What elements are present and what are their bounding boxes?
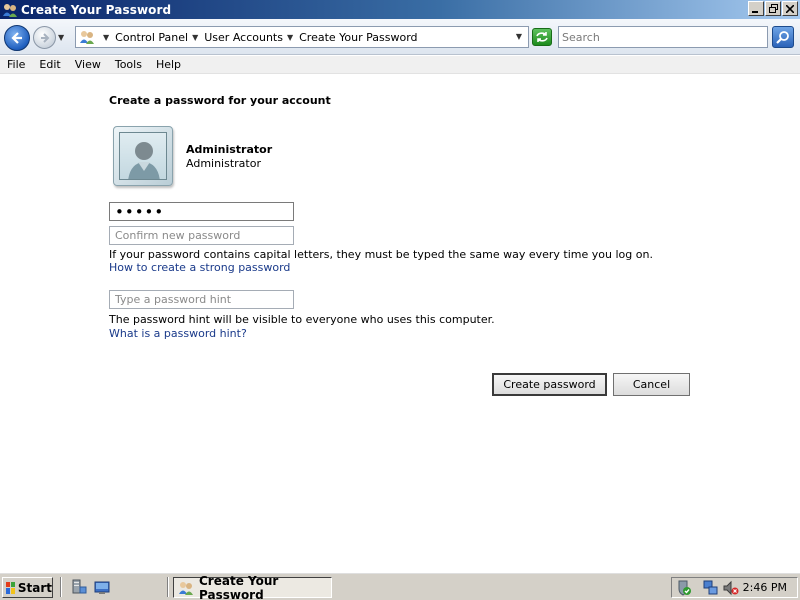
magnifier-icon — [776, 31, 789, 44]
security-shield-icon[interactable] — [676, 580, 692, 599]
breadcrumb-separator-icon[interactable]: ▼ — [287, 33, 293, 42]
refresh-icon — [536, 32, 548, 42]
breadcrumb-user-accounts[interactable]: User Accounts ▼ — [204, 31, 299, 44]
taskbar-separator — [60, 577, 62, 597]
taskbar: Start Create Your Password 2:46 PM — [0, 572, 800, 600]
password-hint-field[interactable] — [109, 290, 294, 309]
main-content: Create a password for your account Admin… — [0, 75, 800, 572]
clock[interactable]: 2:46 PM — [743, 581, 787, 594]
title-bar: Create Your Password — [0, 0, 800, 19]
breadcrumb-separator-icon[interactable]: ▼ — [192, 33, 198, 42]
back-button[interactable] — [4, 25, 30, 51]
menu-bar: File Edit View Tools Help — [0, 56, 800, 74]
windows-logo-icon — [6, 581, 15, 594]
search-box[interactable] — [558, 26, 768, 48]
back-arrow-icon — [11, 32, 22, 44]
navigation-bar: ▼ ▼ Control Panel ▼ User Accounts ▼ Crea… — [0, 19, 800, 55]
start-button[interactable]: Start — [2, 577, 53, 598]
menu-view[interactable]: View — [68, 58, 108, 71]
confirm-password-field[interactable] — [109, 226, 294, 245]
breadcrumb-control-panel[interactable]: Control Panel ▼ — [115, 31, 204, 44]
minimize-button[interactable] — [748, 1, 764, 16]
search-input[interactable] — [559, 27, 767, 47]
address-bar[interactable]: ▼ Control Panel ▼ User Accounts ▼ Create… — [75, 26, 529, 48]
close-button[interactable] — [782, 1, 798, 16]
password-hint-input[interactable] — [110, 291, 293, 308]
menu-file[interactable]: File — [0, 58, 32, 71]
refresh-button[interactable] — [532, 28, 552, 46]
system-tray: 2:46 PM — [671, 577, 798, 598]
menu-tools[interactable]: Tools — [108, 58, 149, 71]
server-manager-icon[interactable] — [71, 579, 87, 595]
user-avatar-icon — [119, 132, 167, 180]
create-password-button[interactable]: Create password — [492, 373, 607, 396]
volume-muted-icon[interactable] — [723, 580, 739, 599]
start-label: Start — [17, 580, 52, 595]
page-heading: Create a password for your account — [109, 94, 331, 107]
user-name: Administrator — [186, 143, 273, 156]
menu-help[interactable]: Help — [149, 58, 188, 71]
taskbar-button-label: Create Your Password — [199, 573, 279, 600]
user-accounts-icon — [178, 580, 194, 596]
forward-button[interactable] — [33, 26, 56, 49]
capital-letters-note: If your password contains capital letter… — [109, 248, 653, 261]
confirm-password-input[interactable] — [110, 227, 293, 244]
password-hint-help-link[interactable]: What is a password hint? — [109, 327, 247, 340]
user-picture — [113, 126, 173, 186]
taskbar-button-create-your-password[interactable]: Create Your Password — [173, 573, 332, 600]
new-password-field[interactable] — [109, 202, 294, 221]
network-icon[interactable] — [703, 580, 719, 599]
cancel-button[interactable]: Cancel — [613, 373, 690, 396]
breadcrumb-separator-icon[interactable]: ▼ — [103, 33, 109, 42]
address-history-dropdown-icon[interactable]: ▼ — [516, 32, 522, 41]
user-account-type: Administrator — [186, 157, 261, 170]
window-controls — [748, 1, 798, 16]
new-password-input[interactable] — [110, 203, 293, 220]
user-accounts-icon — [79, 29, 95, 45]
window-title: Create Your Password — [21, 2, 172, 17]
menu-edit[interactable]: Edit — [32, 58, 67, 71]
user-accounts-icon — [2, 2, 18, 18]
taskbar-separator — [167, 577, 169, 597]
breadcrumb-create-your-password[interactable]: Create Your Password — [299, 31, 417, 44]
forward-arrow-icon — [40, 32, 49, 43]
search-button[interactable] — [772, 26, 794, 48]
strong-password-link[interactable]: How to create a strong password — [109, 261, 290, 274]
restore-button[interactable] — [765, 1, 781, 16]
recent-pages-dropdown-icon[interactable]: ▼ — [58, 33, 64, 42]
show-desktop-icon[interactable] — [94, 579, 110, 595]
password-hint-note: The password hint will be visible to eve… — [109, 313, 495, 326]
